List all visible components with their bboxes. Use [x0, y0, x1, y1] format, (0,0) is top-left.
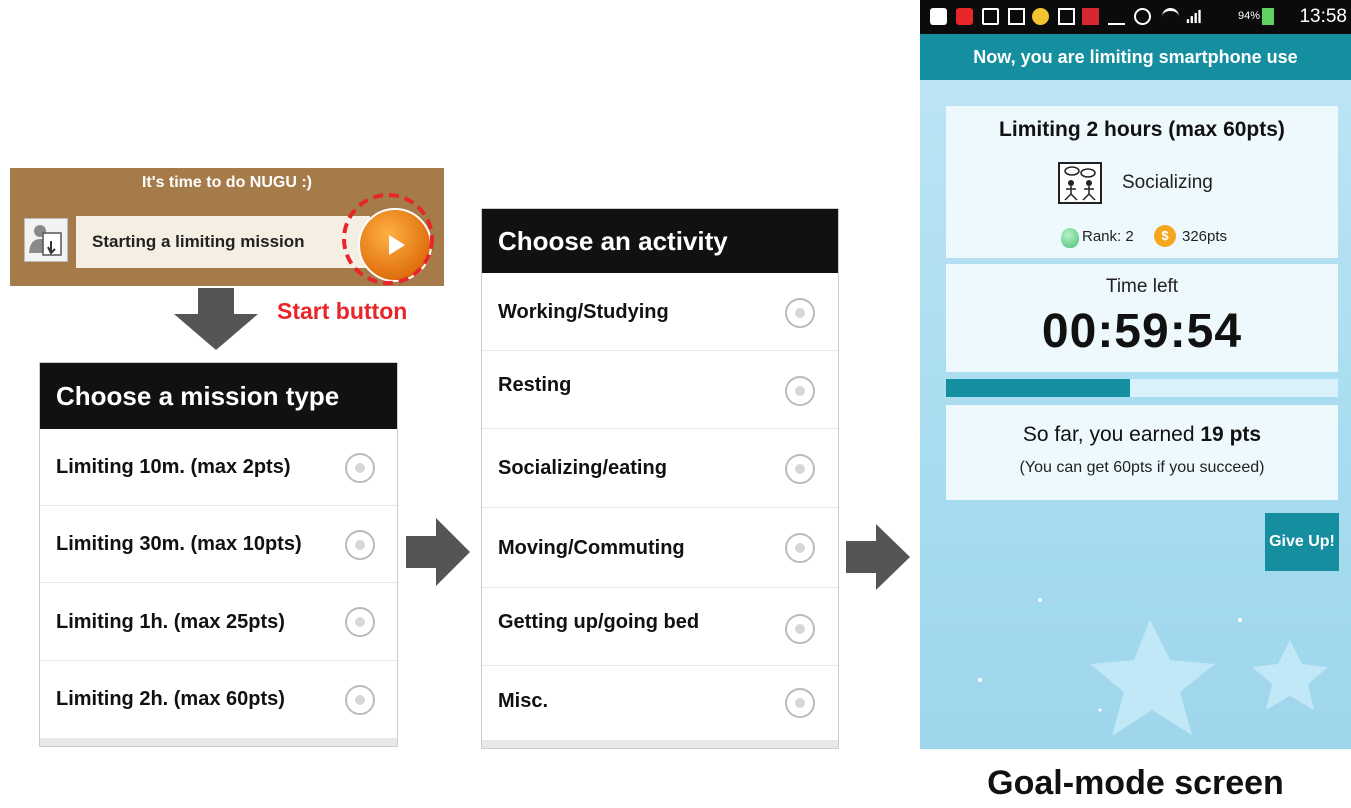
- mission-option-10m[interactable]: Limiting 10m. (max 2pts): [40, 429, 397, 506]
- activity-option-socializing[interactable]: Socializing/eating: [482, 429, 838, 508]
- star-background-decoration: [978, 598, 1328, 736]
- radio-button[interactable]: [785, 688, 815, 718]
- signal-icon: [1186, 9, 1201, 24]
- mission-option-label: Limiting 30m. (max 10pts): [56, 533, 302, 555]
- missed-call-icon: [956, 8, 973, 25]
- earned-value: 19 pts: [1200, 423, 1262, 446]
- status-bar: 94% 13:58: [920, 0, 1351, 34]
- activity-option-label: Moving/Commuting: [498, 537, 685, 559]
- user-touch-icon: [24, 218, 68, 262]
- activity-option-label: Socializing/eating: [498, 457, 667, 479]
- gallery-icon: [1058, 8, 1075, 25]
- mission-type-panel: Choose a mission type Limiting 10m. (max…: [40, 363, 397, 746]
- earned-summary: So far, you earned 19 pts: [946, 423, 1338, 447]
- arrow-right-icon: [846, 524, 910, 590]
- mission-option-label: Limiting 10m. (max 2pts): [56, 456, 291, 478]
- mission-option-label: Limiting 2h. (max 60pts): [56, 688, 285, 710]
- calendar-icon: [1008, 8, 1025, 25]
- mission-option-label: Limiting 1h. (max 25pts): [56, 611, 285, 633]
- give-up-button[interactable]: Give Up!: [1265, 513, 1339, 571]
- radio-button[interactable]: [785, 454, 815, 484]
- time-left-card: Time left 00:59:54: [946, 264, 1338, 372]
- start-button-caption: Start button: [277, 298, 408, 324]
- activity-panel-header: Choose an activity: [482, 209, 838, 273]
- coin-icon: $: [1154, 225, 1176, 247]
- points-total: 326pts: [1182, 228, 1228, 245]
- status-time: 13:58: [1299, 6, 1347, 27]
- nugu-icon: [1032, 8, 1049, 25]
- battery-charging-icon: [1262, 8, 1274, 25]
- start-button-highlight-ring: [342, 193, 434, 285]
- activity-option-label: Working/Studying: [498, 301, 669, 323]
- mission-option-30m[interactable]: Limiting 30m. (max 10pts): [40, 506, 397, 583]
- mission-option-2h[interactable]: Limiting 2h. (max 60pts): [40, 661, 397, 738]
- alarm-icon: [1134, 8, 1151, 25]
- earned-points-card: So far, you earned 19 pts (You can get 6…: [946, 405, 1338, 500]
- mute-icon: [1108, 8, 1125, 25]
- earned-note: (You can get 60pts if you succeed): [1019, 459, 1265, 476]
- rank-value: Rank: 2: [1082, 228, 1134, 245]
- panel-footer: [482, 740, 838, 748]
- radio-button[interactable]: [345, 607, 375, 637]
- radio-button[interactable]: [345, 685, 375, 715]
- activity-option-working[interactable]: Working/Studying: [482, 273, 838, 351]
- socializing-icon: [1058, 162, 1102, 204]
- arrow-down-icon: [174, 288, 258, 350]
- radio-button[interactable]: [785, 298, 815, 328]
- progress-bar: [946, 379, 1338, 397]
- radio-button[interactable]: [785, 533, 815, 563]
- radio-button[interactable]: [785, 376, 815, 406]
- add-icon: [930, 8, 947, 25]
- activity-option-label: Misc.: [498, 690, 549, 712]
- balloon-icon: [1061, 228, 1079, 248]
- arrow-right-icon: [406, 518, 470, 586]
- start-mission-label: Starting a limiting mission: [76, 216, 370, 268]
- time-left-label: Time left: [1105, 276, 1179, 297]
- limiting-status-header: Now, you are limiting smartphone use: [920, 34, 1351, 80]
- activity-option-resting[interactable]: Resting: [482, 351, 838, 429]
- progress-fill: [946, 379, 1130, 397]
- mission-option-1h[interactable]: Limiting 1h. (max 25pts): [40, 583, 397, 661]
- w-app-icon: [1082, 8, 1099, 25]
- wifi-icon: [1162, 8, 1179, 25]
- mission-panel-header: Choose a mission type: [40, 363, 397, 429]
- activity-option-getting-up[interactable]: Getting up/going bed: [482, 588, 838, 666]
- radio-button[interactable]: [345, 453, 375, 483]
- goal-mode-caption: Goal-mode screen: [987, 764, 1284, 802]
- panel-footer: [40, 738, 397, 746]
- activity-panel: Choose an activity Working/Studying Rest…: [482, 209, 838, 748]
- usb-icon: [982, 8, 999, 25]
- earned-prefix: So far, you earned: [1022, 423, 1201, 446]
- goal-mode-screen: 94% 13:58 Now, you are limiting smartpho…: [920, 0, 1351, 749]
- activity-label: Socializing: [1122, 172, 1213, 193]
- mission-info-card: Limiting 2 hours (max 60pts) Socializing…: [946, 106, 1338, 258]
- activity-option-misc[interactable]: Misc.: [482, 666, 838, 740]
- activity-option-moving[interactable]: Moving/Commuting: [482, 508, 838, 588]
- activity-option-label: Resting: [498, 374, 572, 396]
- radio-button[interactable]: [345, 530, 375, 560]
- activity-option-label: Getting up/going bed: [498, 611, 700, 633]
- countdown-timer: 00:59:54: [1041, 305, 1243, 358]
- mission-title: Limiting 2 hours (max 60pts): [999, 118, 1285, 141]
- battery-percent: 94%: [1238, 10, 1261, 22]
- radio-button[interactable]: [785, 614, 815, 644]
